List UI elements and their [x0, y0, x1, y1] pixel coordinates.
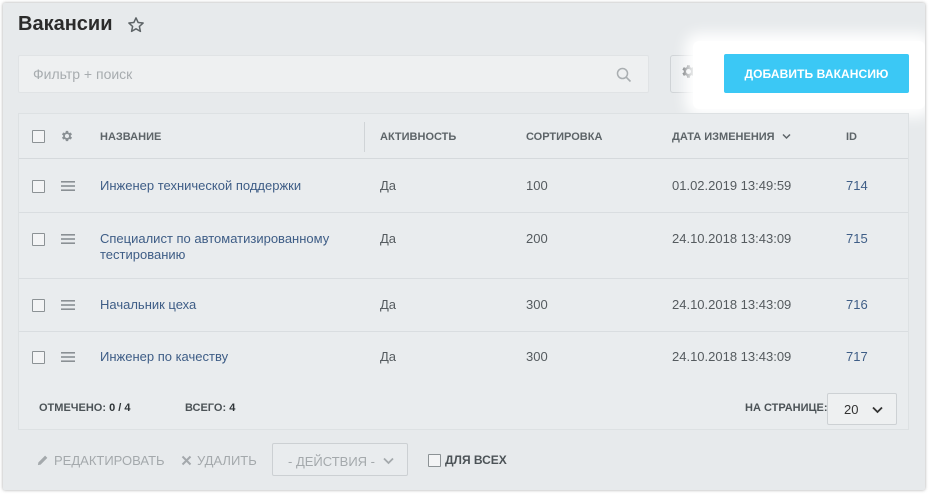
row-name-link[interactable]: Инженер по качеству: [100, 349, 350, 365]
table-row[interactable]: Начальник цеха Да 300 24.10.2018 13:43:0…: [19, 280, 908, 332]
row-id-link[interactable]: 714: [846, 178, 868, 193]
row-name-link[interactable]: Начальник цеха: [100, 297, 350, 313]
actions-select-value: - Действия -: [288, 454, 376, 469]
close-icon: [181, 455, 192, 466]
row-name-link[interactable]: Инженер технической поддержки: [100, 178, 350, 194]
row-sort: 300: [526, 349, 548, 364]
column-header-sort[interactable]: Сортировка: [526, 131, 602, 143]
total-value: 4: [229, 402, 236, 414]
row-sort: 300: [526, 297, 548, 312]
row-active: Да: [380, 297, 397, 312]
row-menu-icon[interactable]: [61, 300, 75, 310]
row-date: 24.10.2018 13:43:09: [672, 297, 792, 312]
row-active: Да: [380, 178, 397, 193]
page-title-block: Вакансии: [18, 13, 145, 36]
delete-button[interactable]: Удалить: [181, 453, 257, 468]
table-row[interactable]: Инженер технической поддержки Да 100 01.…: [19, 159, 908, 213]
row-sort: 100: [526, 178, 548, 193]
row-menu-icon[interactable]: [61, 234, 75, 244]
filter-search-field[interactable]: [18, 55, 649, 93]
chevron-down-icon: [383, 457, 394, 465]
row-checkbox[interactable]: [32, 351, 45, 364]
row-checkbox[interactable]: [32, 233, 45, 246]
chevron-down-icon: [782, 133, 791, 140]
row-date: 24.10.2018 13:43:09: [672, 231, 792, 246]
row-id-link[interactable]: 716: [846, 297, 868, 312]
chevron-down-icon: [872, 406, 883, 414]
table-row[interactable]: Специалист по автоматизированному тестир…: [19, 214, 908, 279]
for-all-label: Для всех: [445, 453, 507, 467]
marked-value: 0 / 4: [109, 402, 131, 414]
page-title: Вакансии: [18, 13, 113, 35]
marked-counter: Отмечено: 0 / 4: [39, 402, 130, 414]
column-header-date-label: Дата изменения: [672, 131, 775, 143]
search-icon[interactable]: [616, 67, 632, 83]
row-id-link[interactable]: 715: [846, 231, 868, 246]
row-sort: 200: [526, 231, 548, 246]
column-header-name[interactable]: Название: [100, 131, 161, 143]
row-id-link[interactable]: 717: [846, 349, 868, 364]
group-actions-panel: Редактировать Удалить - Действия - Для в…: [18, 443, 909, 476]
row-active: Да: [380, 349, 397, 364]
per-page-select[interactable]: 20: [827, 393, 897, 425]
total-counter: Всего: 4: [185, 402, 235, 414]
column-settings-icon[interactable]: [60, 129, 74, 148]
grid-footer: Отмечено: 0 / 4 Всего: 4 На странице: 20: [19, 381, 908, 431]
table-row[interactable]: Инженер по качеству Да 300 24.10.2018 13…: [19, 333, 908, 385]
row-menu-icon[interactable]: [61, 181, 75, 191]
filter-search-input[interactable]: [19, 56, 648, 92]
pencil-icon: [37, 455, 48, 466]
row-active: Да: [380, 231, 397, 246]
star-icon[interactable]: [127, 16, 145, 34]
column-header-date[interactable]: Дата изменения: [672, 131, 791, 143]
column-header-id[interactable]: ID: [846, 131, 857, 143]
for-all-toggle[interactable]: Для всех: [428, 453, 507, 467]
row-date: 24.10.2018 13:43:09: [672, 349, 792, 364]
for-all-checkbox[interactable]: [428, 453, 441, 467]
select-all-checkbox[interactable]: [32, 130, 45, 143]
total-label: Всего:: [185, 402, 227, 414]
row-checkbox[interactable]: [32, 299, 45, 312]
row-menu-icon[interactable]: [61, 352, 75, 362]
grid-header: Название Активность Сортировка Дата изме…: [19, 114, 908, 159]
edit-label: Редактировать: [54, 453, 165, 468]
actions-select[interactable]: - Действия -: [272, 443, 408, 476]
add-vacancy-button[interactable]: Добавить вакансию: [724, 54, 909, 93]
marked-label: Отмечено:: [39, 402, 107, 414]
app-frame: Вакансии Добавить вакансию Название Акти…: [3, 3, 925, 490]
row-date: 01.02.2019 13:49:59: [672, 178, 792, 193]
vacancies-grid: Название Активность Сортировка Дата изме…: [18, 113, 909, 430]
per-page-label: На странице:: [745, 402, 828, 414]
edit-button[interactable]: Редактировать: [36, 453, 165, 468]
per-page-value: 20: [844, 402, 859, 417]
delete-label: Удалить: [197, 453, 257, 468]
column-divider[interactable]: [364, 122, 365, 152]
row-name-link[interactable]: Специалист по автоматизированному тестир…: [100, 231, 350, 263]
column-header-active[interactable]: Активность: [380, 131, 456, 143]
row-checkbox[interactable]: [32, 180, 45, 193]
